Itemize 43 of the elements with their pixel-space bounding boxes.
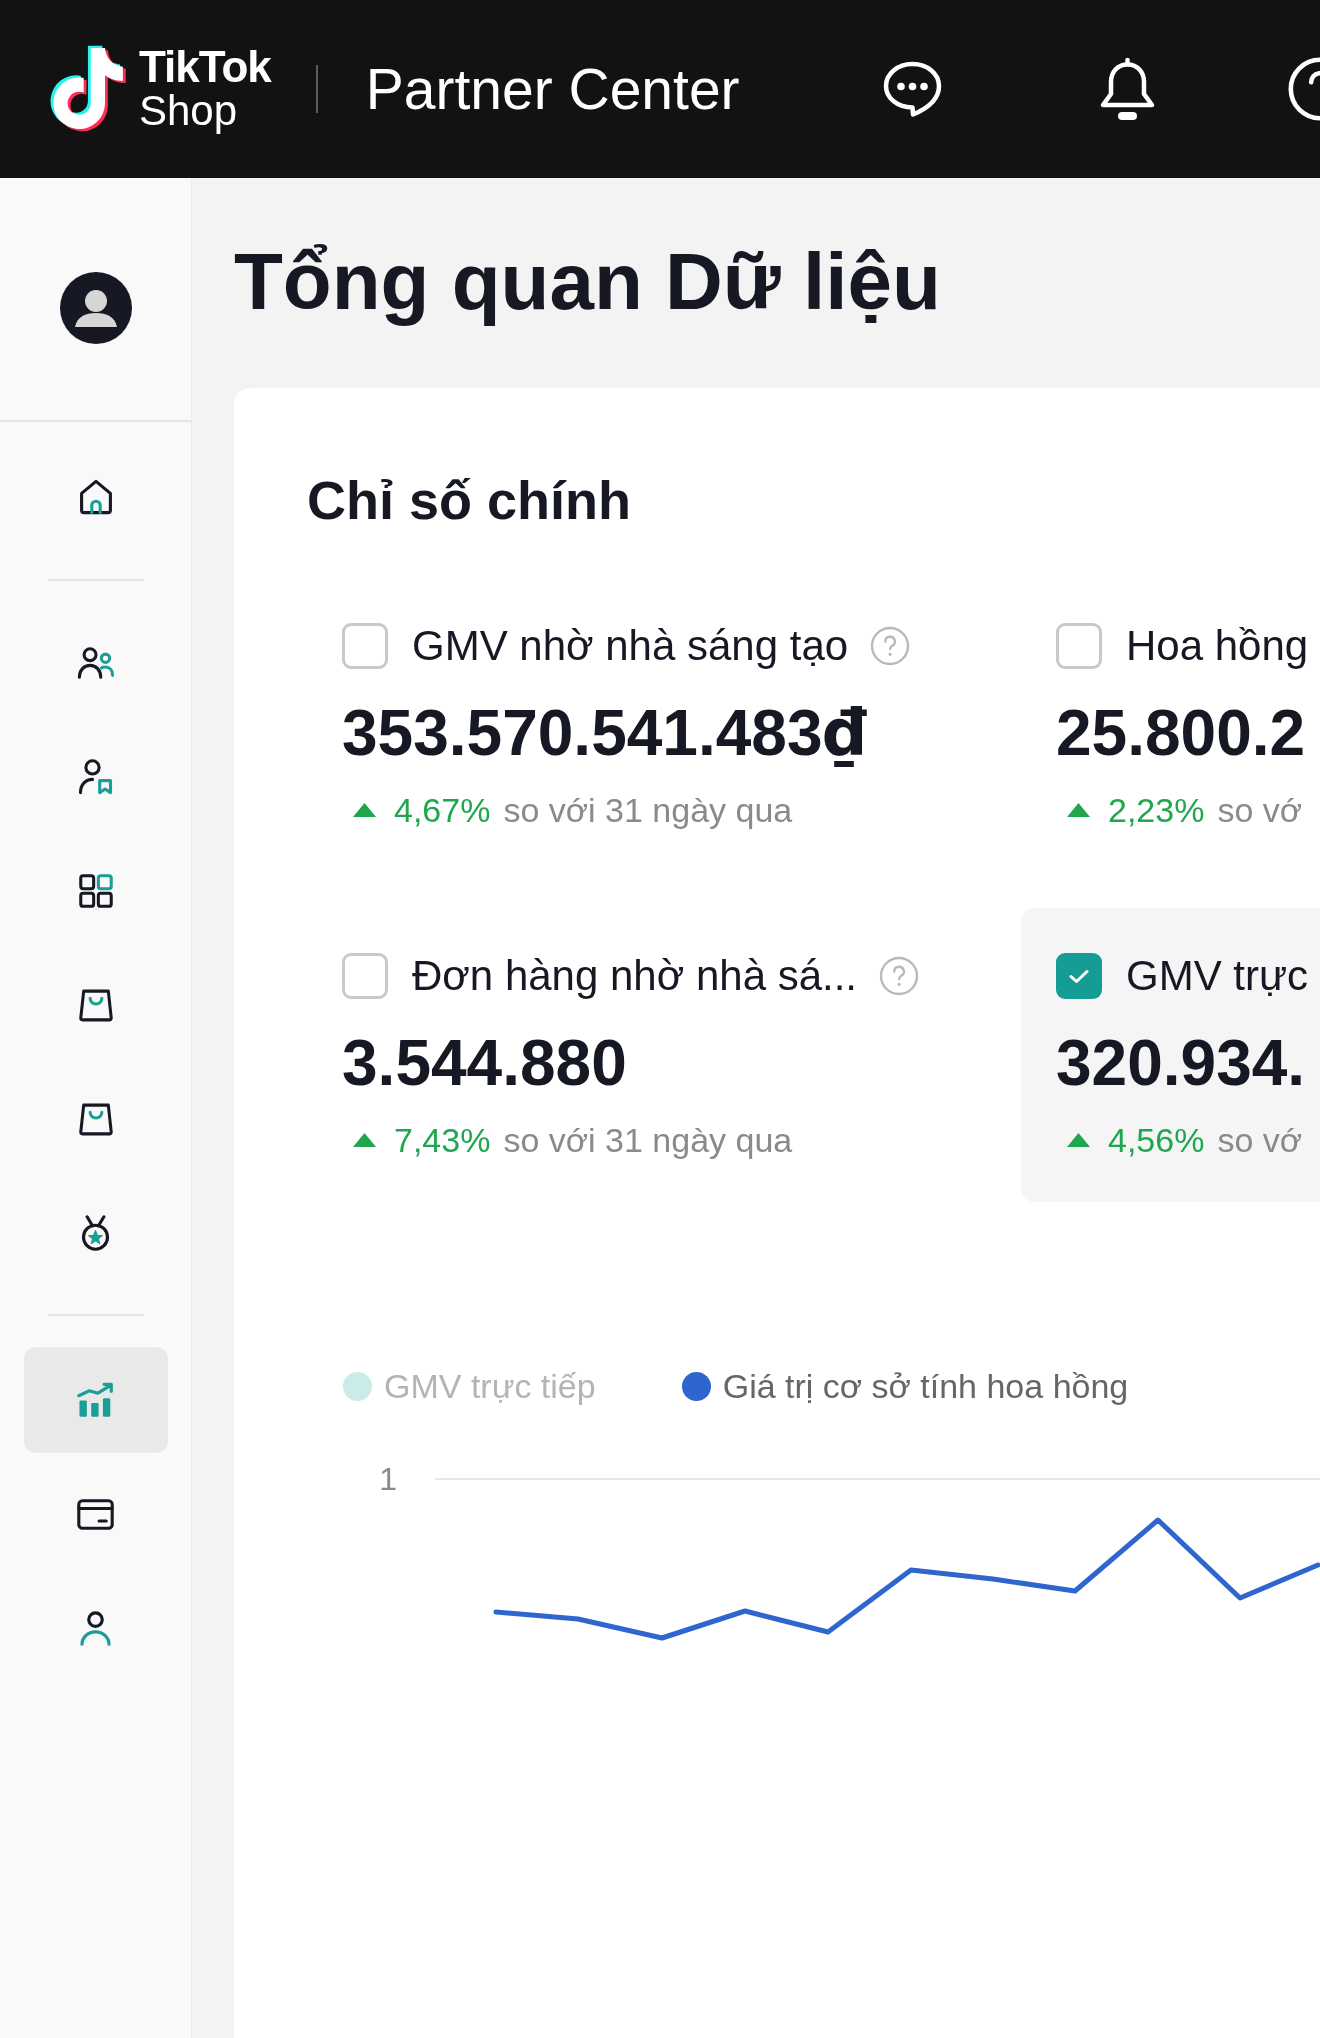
app-title: Partner Center [365,56,740,123]
checkbox[interactable] [342,953,388,999]
metric-label: Đơn hàng nhờ nhà sá... [412,951,858,1001]
checkbox[interactable] [1056,953,1102,999]
medal-icon [81,1215,110,1251]
page-title: Tổng quan Dữ liệu [234,236,942,328]
users-icon [76,646,115,680]
grid-icon [78,874,113,908]
metric-label: GMV nhờ nhà sáng tạo [412,621,849,671]
change-percent: 4,67% [394,790,491,831]
section-title: Chỉ số chính [307,469,632,532]
comparison-text: so với 31 ngày qua [503,1120,793,1161]
metric-value: 320.934. [1056,1026,1307,1101]
y-axis-label: 1 [378,1460,397,1498]
comparison-text: so vớ [1217,1120,1303,1161]
logo-text: TikTok [139,45,271,89]
checkbox[interactable] [342,623,388,669]
bar-chart-icon [77,1382,114,1418]
metric-value: 353.570.541.483₫ [342,695,868,772]
legend-item[interactable]: Giá trị cơ sở tính hoa hồng [681,1366,1129,1407]
card-icon [77,1498,114,1530]
metric-card[interactable]: GMV trực 320.934. 4,56% so vớ [1021,908,1320,1202]
logo-text: Shop [139,89,239,133]
help-icon[interactable] [1286,57,1320,121]
home-icon [78,479,113,515]
user-bookmark-icon [78,759,113,795]
change-percent: 4,56% [1108,1120,1205,1161]
metric-label: GMV trực [1126,951,1309,1001]
metric-value: 25.800.2 [1056,696,1307,771]
change-percent: 7,43% [394,1120,491,1161]
shopping-bag-icon [78,1102,113,1136]
chat-icon[interactable] [882,60,943,118]
change-percent: 2,23% [1108,790,1205,831]
avatar-icon[interactable] [59,272,132,344]
comparison-text: so với 31 ngày qua [503,790,793,831]
checkbox[interactable] [1056,623,1102,669]
metric-label: Hoa hồng [1126,621,1309,671]
check-icon [1069,968,1089,984]
notifications-icon[interactable] [1098,55,1157,123]
metric-value: 3.544.880 [342,1026,628,1101]
shopping-bag-icon [78,988,113,1022]
user-icon [80,1610,111,1646]
comparison-text: so vớ [1217,790,1303,831]
